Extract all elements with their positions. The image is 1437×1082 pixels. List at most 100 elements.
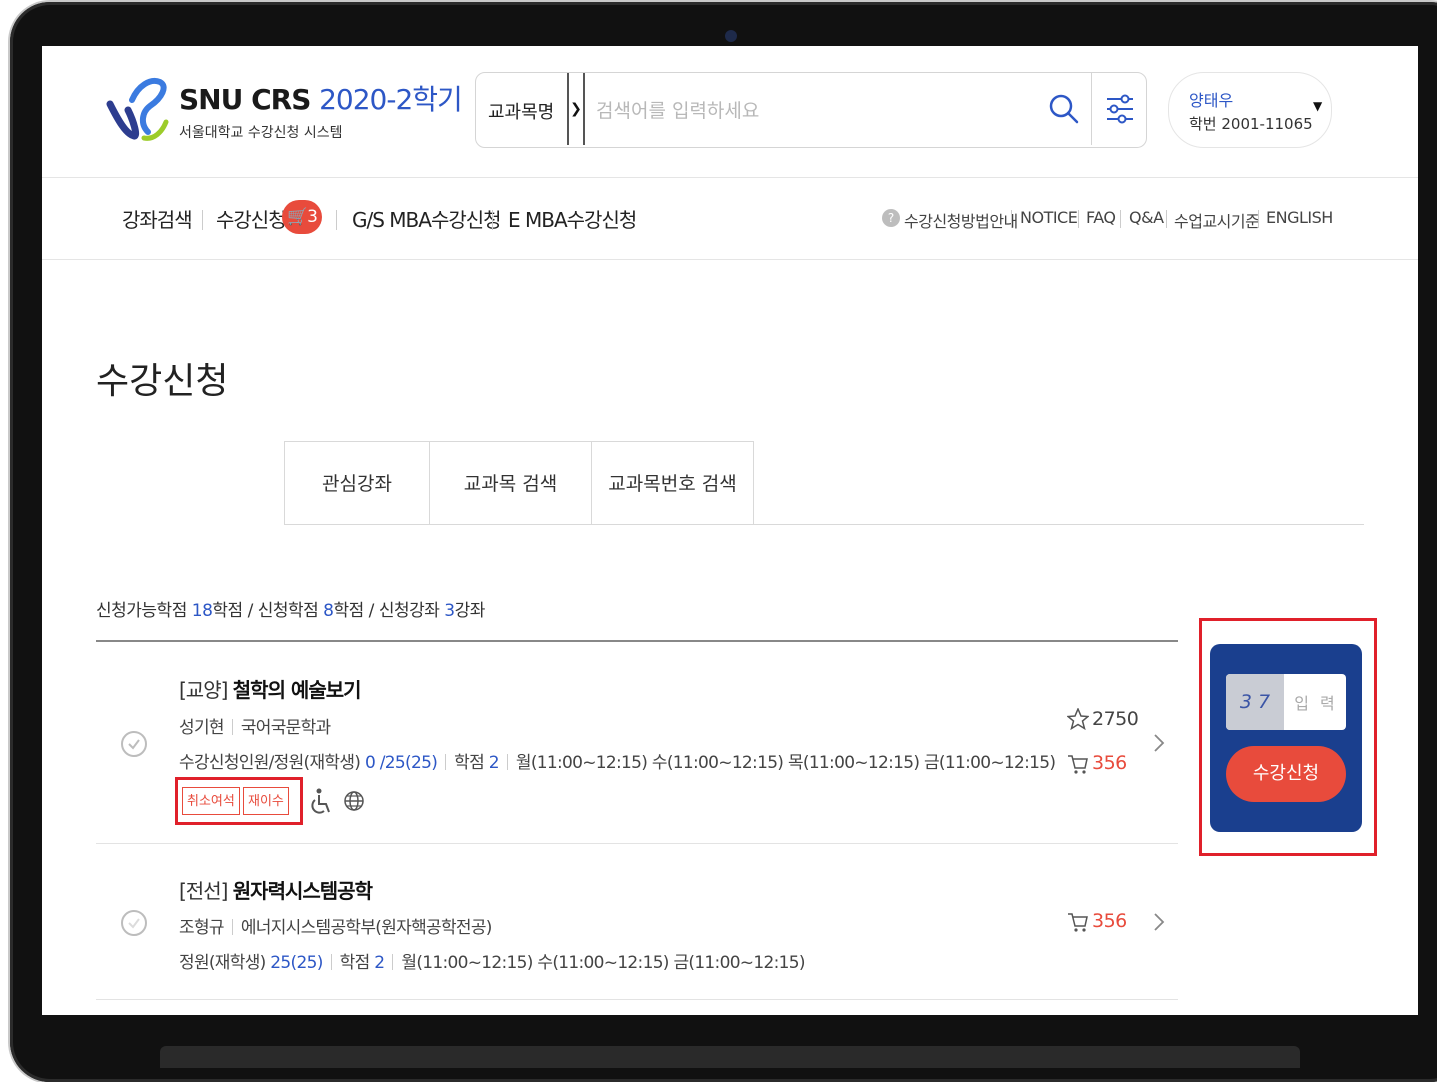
summary-label: 학점 / 신청강좌: [333, 601, 445, 621]
app-title[interactable]: SNU CRS 2020-2학기: [179, 78, 463, 118]
nav-e-mba[interactable]: E MBA수강신청: [508, 204, 637, 233]
filter-button[interactable]: [1091, 73, 1147, 145]
cart-icon[interactable]: [1067, 753, 1089, 775]
course-name: 원자력시스템공학: [232, 879, 373, 903]
tab-course-number-search[interactable]: 교과목번호 검색: [591, 441, 754, 525]
nav-divider-line: [42, 259, 1418, 260]
nav-gs-mba[interactable]: G/S MBA수강신청: [352, 204, 502, 233]
course-type: [전선]: [179, 879, 228, 903]
caret-down-icon[interactable]: ▼: [1313, 99, 1322, 113]
enroll-label: 정원(재학생): [179, 953, 266, 973]
util-guide-link[interactable]: 수강신청방법안내: [904, 208, 1018, 232]
user-student-id: 학번 2001-11065: [1189, 115, 1313, 133]
course-title[interactable]: [교양] 철학의 예술보기: [179, 674, 362, 703]
filter-sliders-icon: [1107, 94, 1133, 124]
search-input[interactable]: [594, 91, 1038, 131]
course-info-line: 정원(재학생) 25(25) 학점 2 월(11:00~12:15) 수(11:00…: [179, 948, 805, 973]
course-type: [교양]: [179, 678, 228, 702]
snu-logo-icon[interactable]: [104, 76, 174, 146]
course-info-line: 수강신청인원/정원(재학생) 0 /25(25) 학점 2 월(11:00~12:1…: [179, 748, 1056, 773]
registration-panel: 3 7 수강신청: [1210, 644, 1362, 832]
util-divider: [1120, 210, 1121, 228]
credit-label: 학점: [339, 953, 371, 973]
meta-divider: [231, 719, 233, 735]
meta-divider: [506, 754, 508, 770]
cart-icon: 🛒: [287, 207, 308, 227]
user-name: 양태우: [1189, 91, 1234, 110]
nav-registration[interactable]: 수강신청: [216, 204, 287, 233]
util-divider: [1258, 210, 1259, 228]
header-divider: [42, 177, 1418, 178]
search-icon[interactable]: [1046, 91, 1082, 127]
tab-course-search[interactable]: 교과목 검색: [429, 441, 592, 525]
credit-summary: 신청가능학점 18학점 / 신청학점 8학점 / 신청강좌 3강좌: [96, 596, 485, 621]
browser-screen: SNU CRS 2020-2학기 서울대학교 수강신청 시스템 교과목명 ❯ 양…: [42, 46, 1418, 1015]
row-divider: [96, 999, 1178, 1000]
meta-divider: [330, 954, 332, 970]
tabs-divider: [284, 524, 1364, 525]
semester-label: 2020-2학기: [319, 83, 463, 116]
nav-divider: [336, 210, 337, 230]
tab-interest-courses[interactable]: 관심강좌: [284, 441, 430, 525]
summary-label: 신청가능학점: [96, 601, 192, 621]
search-bar: 교과목명 ❯: [475, 72, 1147, 148]
wheelchair-icon: [311, 788, 330, 814]
check-icon: [128, 918, 140, 929]
course-title[interactable]: [전선] 원자력시스템공학: [179, 875, 373, 904]
globe-icon: [344, 791, 364, 811]
chevron-right-icon[interactable]: [1152, 911, 1166, 933]
meta-divider: [392, 954, 394, 970]
check-icon: [128, 739, 140, 750]
course-select-checkbox[interactable]: [121, 910, 147, 936]
credit-value: 2: [374, 953, 385, 973]
util-qna-link[interactable]: Q&A: [1129, 208, 1164, 227]
credit-label: 학점: [454, 753, 485, 773]
enroll-value: 25(25): [270, 953, 323, 973]
util-divider: [1166, 210, 1167, 228]
nav-divider: [492, 210, 493, 230]
tag-retake: 재이수: [243, 787, 289, 815]
star-count: 2750: [1092, 708, 1139, 730]
course-name: 철학의 예술보기: [232, 678, 362, 702]
chevron-right-icon[interactable]: [1152, 732, 1166, 754]
summary-label: 강좌: [454, 601, 486, 621]
util-period-link[interactable]: 수업교시기준: [1174, 208, 1260, 232]
nav-course-search[interactable]: 강좌검색: [122, 204, 193, 233]
course-schedule: 월(11:00~12:15) 수(11:00~12:15) 목(11:00~12…: [515, 753, 1056, 773]
search-category-select[interactable]: 교과목명: [488, 98, 554, 124]
course-department: 에너지시스템공학부(원자핵공학전공): [240, 918, 493, 938]
camera-dot: [725, 30, 737, 42]
cart-count: 356: [1092, 752, 1127, 774]
star-icon[interactable]: [1067, 708, 1089, 730]
register-button[interactable]: 수강신청: [1226, 746, 1346, 802]
tags-highlight: 취소여석 재이수: [175, 777, 303, 825]
cart-badge[interactable]: 🛒3: [282, 200, 322, 234]
summary-label: 학점 / 신청학점: [212, 601, 324, 621]
enroll-label: 수강신청인원/정원(재학생): [179, 753, 361, 773]
captcha-box: 3 7: [1226, 674, 1346, 730]
captcha-image: 3 7: [1226, 674, 1284, 730]
course-instructor-line: 성기현 국어국문학과: [179, 713, 331, 738]
cart-count: 3: [307, 207, 318, 227]
course-department: 국어국문학과: [240, 718, 331, 738]
cart-icon[interactable]: [1067, 911, 1089, 933]
list-top-border: [96, 640, 1178, 642]
util-english-link[interactable]: ENGLISH: [1266, 208, 1333, 227]
enroll-value: 0 /25(25): [364, 753, 438, 773]
course-select-checkbox[interactable]: [121, 731, 147, 757]
course-schedule: 월(11:00~12:15) 수(11:00~12:15) 금(11:00~12…: [401, 953, 805, 973]
applied-credits: 8: [323, 601, 334, 621]
logo-text: SNU CRS: [179, 83, 311, 116]
help-icon[interactable]: ?: [882, 209, 900, 227]
util-divider: [1011, 210, 1012, 228]
util-divider: [1078, 210, 1079, 228]
chevron-down-icon[interactable]: ❯: [567, 73, 585, 145]
tag-cancel-vacancy: 취소여석: [182, 787, 240, 815]
course-professor: 조형규: [179, 918, 225, 938]
util-faq-link[interactable]: FAQ: [1086, 208, 1116, 227]
row-divider: [96, 843, 1178, 844]
user-menu[interactable]: 양태우 학번 2001-11065 ▼: [1168, 72, 1332, 148]
util-notice-link[interactable]: NOTICE: [1020, 208, 1078, 227]
page-title: 수강신청: [96, 361, 229, 402]
captcha-input[interactable]: [1286, 686, 1346, 720]
